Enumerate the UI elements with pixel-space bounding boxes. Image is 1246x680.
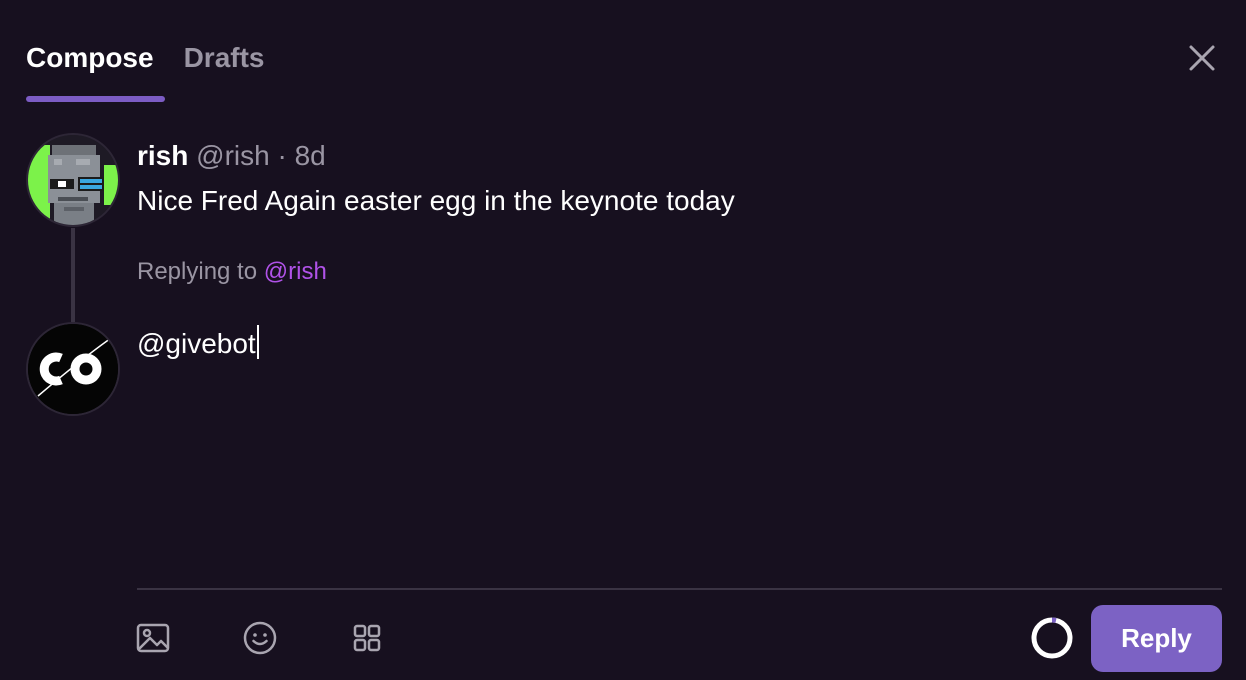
- emoji-icon: [243, 621, 277, 655]
- reply-button[interactable]: Reply: [1091, 605, 1222, 672]
- cast-text: Nice Fred Again easter egg in the keynot…: [137, 185, 735, 216]
- toolbar-divider: [137, 588, 1222, 590]
- add-image-button[interactable]: [135, 620, 171, 656]
- cast-age: 8d: [294, 140, 326, 171]
- compose-modal: Compose Drafts rish @rish · 8d Nice Fred…: [0, 0, 1246, 680]
- thread-connector-line: [71, 228, 75, 322]
- tab-compose[interactable]: Compose: [26, 36, 165, 102]
- compose-text-value: @givebot: [137, 328, 256, 359]
- avatar-rish[interactable]: [26, 133, 120, 227]
- cast-author-handle[interactable]: @rish: [196, 140, 270, 171]
- progress-ring-icon: [1031, 617, 1073, 659]
- tab-compose-label: Compose: [26, 42, 154, 73]
- text-caret: [256, 325, 259, 359]
- replying-prefix: Replying to: [137, 258, 258, 285]
- avatar-current-user[interactable]: [26, 322, 120, 416]
- replying-handle-link[interactable]: @rish: [264, 258, 327, 285]
- compose-textarea[interactable]: @givebot: [137, 324, 259, 364]
- active-tab-indicator: [26, 96, 165, 102]
- tab-drafts-label: Drafts: [183, 42, 265, 73]
- apps-button[interactable]: [349, 620, 385, 656]
- cast-author-name[interactable]: rish: [137, 140, 188, 171]
- close-button[interactable]: [1184, 40, 1220, 76]
- co-logo-avatar-icon: [28, 324, 118, 414]
- pixel-robot-avatar-icon: [28, 135, 118, 225]
- tab-drafts[interactable]: Drafts: [184, 36, 265, 80]
- cast-meta-separator: ·: [277, 140, 287, 171]
- replying-to-line: Replying to @rish: [137, 254, 327, 290]
- compose-tabs: Compose Drafts: [26, 36, 265, 102]
- character-count-ring: [1030, 616, 1074, 660]
- close-icon: [1189, 45, 1215, 71]
- image-icon: [136, 623, 170, 653]
- cast-header: rish @rish · 8d: [137, 136, 326, 176]
- emoji-button[interactable]: [242, 620, 278, 656]
- apps-grid-icon: [353, 624, 381, 652]
